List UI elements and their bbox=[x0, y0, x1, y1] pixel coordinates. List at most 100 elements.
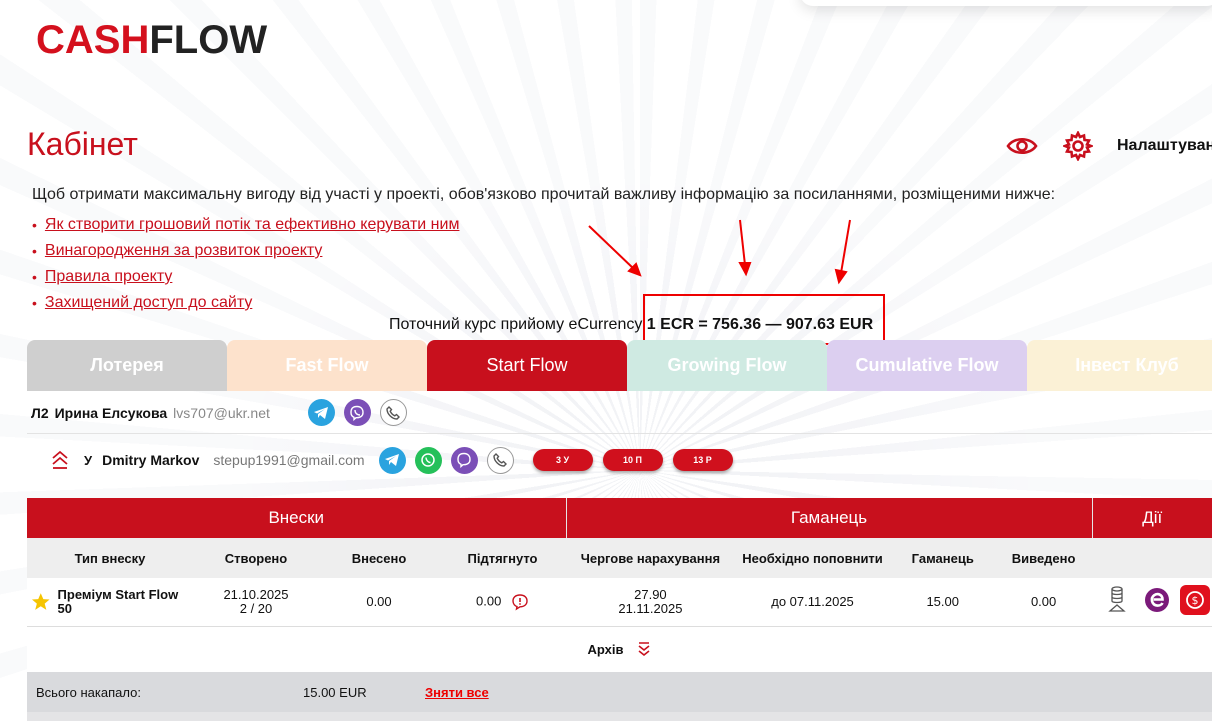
tab-label: Cumulative Flow bbox=[855, 355, 999, 375]
total-row: Всього накапало: 15.00 EUR Зняти все bbox=[27, 672, 1212, 712]
table-group-header: Внески Гаманець Дії bbox=[27, 498, 1212, 538]
chevrons-down-icon bbox=[638, 642, 649, 657]
logo-part-2: FLOW bbox=[149, 18, 268, 62]
upline-contacts bbox=[307, 399, 416, 426]
cell-type: Преміум Start Flow 50 bbox=[27, 578, 193, 627]
link-rules[interactable]: Правила проекту bbox=[45, 266, 172, 288]
tab-label: Start Flow bbox=[486, 355, 568, 375]
archive-toggle[interactable]: Архів bbox=[27, 626, 1212, 672]
intro-text: Щоб отримати максимальну вигоду від учас… bbox=[32, 186, 1056, 203]
group-actions: Дії bbox=[1092, 498, 1212, 538]
tab-fast-flow[interactable]: Fast Flow bbox=[227, 340, 427, 391]
list-item: Як створити грошовий потік та ефективно … bbox=[32, 212, 460, 238]
annotation-highlight-box bbox=[643, 294, 885, 345]
settings-link[interactable]: Налаштування bbox=[1117, 137, 1212, 155]
sponsor-contacts bbox=[378, 446, 523, 474]
pill-partners[interactable]: 10 П bbox=[602, 449, 663, 471]
sponsor-row: У Dmitry Markov stepup1991@gmail.com 3 У… bbox=[50, 440, 733, 480]
deposits-table: Внески Гаманець Дії Тип внеску Створено … bbox=[27, 498, 1212, 721]
withdraw-icon[interactable]: $ bbox=[1180, 585, 1210, 616]
svg-text:$: $ bbox=[1192, 594, 1199, 607]
phone-icon[interactable] bbox=[486, 446, 514, 474]
gear-icon[interactable] bbox=[1061, 129, 1095, 163]
table-row: Преміум Start Flow 50 21.10.2025 2 / 20 0… bbox=[27, 578, 1212, 627]
telegram-icon[interactable] bbox=[378, 446, 406, 474]
tab-invest-club[interactable]: Інвест Клуб bbox=[1027, 340, 1212, 391]
link-secure-access[interactable]: Захищений доступ до сайту bbox=[45, 292, 252, 314]
cell-next-accrual: 27.90 21.11.2025 bbox=[566, 578, 735, 627]
upline-name: Ирина Елсукова bbox=[54, 404, 168, 421]
list-item: Винагородження за розвиток проекту bbox=[32, 238, 459, 264]
archive-row: Архів bbox=[27, 626, 1212, 672]
list-item: Захищений доступ до сайту bbox=[32, 290, 459, 316]
header-actions: Налаштування bbox=[1005, 128, 1212, 164]
phone-icon[interactable] bbox=[379, 399, 407, 426]
tab-label: Growing Flow bbox=[667, 355, 787, 375]
sponsor-email: stepup1991@gmail.com bbox=[213, 452, 365, 468]
flow-tabs: Лотерея Fast Flow Start Flow Growing Flo… bbox=[27, 340, 1212, 391]
col-withdrawn: Виведено bbox=[995, 538, 1092, 578]
eye-icon[interactable] bbox=[1005, 129, 1039, 163]
whatsapp-icon[interactable] bbox=[414, 446, 442, 474]
col-pulled: Підтягнуто bbox=[439, 538, 566, 578]
tab-cumulative-flow[interactable]: Cumulative Flow bbox=[827, 340, 1027, 391]
group-wallet: Гаманець bbox=[566, 498, 1093, 538]
total-label: Всього накапало: bbox=[27, 672, 319, 712]
coin-stack-icon[interactable] bbox=[1106, 585, 1128, 615]
next-accrual-date: 21.11.2025 bbox=[618, 600, 683, 616]
col-topup: Необхідно поповнити bbox=[734, 538, 891, 578]
telegram-icon[interactable] bbox=[307, 399, 335, 426]
annotation-arrows bbox=[588, 219, 851, 285]
group-deposits: Внески bbox=[27, 498, 567, 538]
withdraw-all-link[interactable]: Зняти все bbox=[425, 685, 489, 700]
chevrons-up-icon[interactable] bbox=[50, 450, 70, 470]
tab-lottery[interactable]: Лотерея bbox=[27, 340, 227, 391]
list-item: Правила проекту bbox=[32, 264, 459, 290]
cell-pulled: 0.00 bbox=[439, 578, 566, 627]
col-created: Створено bbox=[193, 538, 319, 578]
pill-referrals[interactable]: 13 Р bbox=[672, 449, 733, 471]
upline-row: Л2 Ирина Елсукова lvs707@ukr.net bbox=[27, 392, 1212, 434]
pill-invited[interactable]: 3 У bbox=[532, 449, 593, 471]
tab-label: Інвест Клуб bbox=[1075, 355, 1179, 375]
deposit-type: Преміум Start Flow 50 bbox=[57, 586, 179, 616]
cell-deposited: 0.00 bbox=[319, 578, 439, 627]
cell-wallet: 15.00 bbox=[890, 578, 996, 627]
pulled-value: 0.00 bbox=[476, 593, 502, 609]
tab-start-flow[interactable]: Start Flow bbox=[427, 340, 627, 391]
col-next-accrual: Чергове нарахування bbox=[566, 538, 735, 578]
footer-filler bbox=[27, 712, 1212, 721]
archive-label: Архів bbox=[587, 641, 624, 657]
cell-topup: до 07.11.2025 bbox=[734, 578, 891, 627]
link-cashflow-guide[interactable]: Як створити грошовий потік та ефективно … bbox=[45, 214, 460, 236]
total-filler bbox=[566, 672, 1212, 712]
link-rewards[interactable]: Винагородження за розвиток проекту bbox=[45, 240, 323, 262]
cell-withdrawn: 0.00 bbox=[995, 578, 1092, 627]
info-bubble-icon[interactable] bbox=[511, 593, 529, 611]
tab-label: Лотерея bbox=[90, 355, 164, 375]
viber-icon[interactable] bbox=[343, 399, 371, 426]
ecurrency-icon[interactable] bbox=[1144, 587, 1170, 613]
total-amount: 15.00 EUR bbox=[303, 684, 367, 700]
tab-growing-flow[interactable]: Growing Flow bbox=[627, 340, 827, 391]
sponsor-name: Dmitry Markov bbox=[102, 452, 200, 468]
star-icon bbox=[31, 592, 50, 610]
tab-label: Fast Flow bbox=[285, 355, 369, 375]
sponsor-label: У bbox=[84, 452, 93, 468]
viber-icon[interactable] bbox=[450, 446, 478, 474]
total-actions: Зняти все bbox=[425, 672, 566, 712]
created-sub: 2 / 20 bbox=[239, 600, 273, 616]
col-type: Тип внеску bbox=[27, 538, 193, 578]
upline-email: lvs707@ukr.net bbox=[173, 404, 270, 421]
created-date: 21.10.2025 bbox=[223, 586, 289, 602]
info-links: Як створити грошовий потік та ефективно … bbox=[32, 212, 460, 316]
col-wallet: Гаманець bbox=[890, 538, 996, 578]
table-header: Тип внеску Створено Внесено Підтягнуто Ч… bbox=[27, 538, 1212, 578]
total-value: 15.00 EUR bbox=[303, 672, 439, 712]
logo[interactable]: CASHFLOW bbox=[36, 20, 267, 60]
rate-label: Поточний курс прийому eCurrency bbox=[389, 316, 643, 333]
next-accrual-value: 27.90 bbox=[634, 586, 667, 602]
table-footer bbox=[27, 712, 1212, 721]
cell-actions: $ bbox=[1092, 578, 1212, 627]
page-title: Кабінет bbox=[27, 126, 138, 162]
